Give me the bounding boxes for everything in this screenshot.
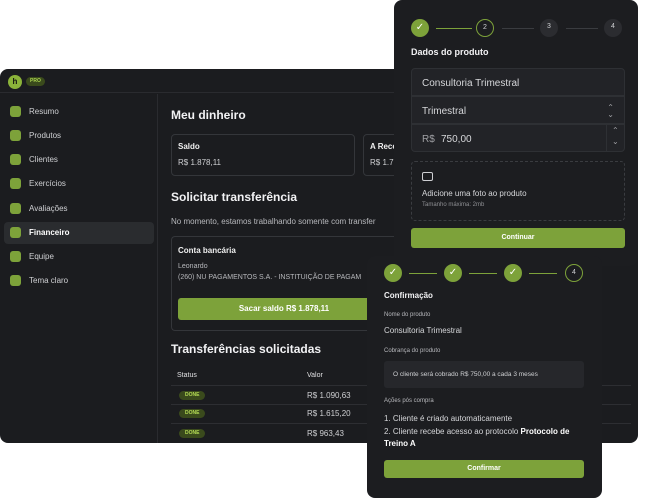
box-icon: [10, 130, 21, 141]
confirmation-modal: ✓ ✓ ✓ 4 Confirmação Nome do produto Cons…: [367, 256, 602, 498]
dumbbell-icon: [10, 178, 21, 189]
step-3-check-icon: ✓: [504, 264, 522, 282]
step-2-check-icon: ✓: [444, 264, 462, 282]
action-item: 2. Cliente recebe acesso ao protocolo Pr…: [384, 426, 589, 450]
page-title: Meu dinheiro: [171, 108, 246, 122]
sidebar-item-financeiro[interactable]: Financeiro: [4, 222, 154, 244]
step-3: 3: [540, 19, 558, 37]
action-item: 1. Cliente é criado automaticamente: [384, 414, 513, 423]
status-badge: DONE: [179, 391, 206, 400]
step-connector: [502, 28, 534, 29]
sidebar-item-label: Resumo: [29, 107, 59, 116]
product-name-field[interactable]: Consultoria Trimestral: [411, 68, 625, 96]
table-row-value: R$ 1.090,63: [307, 391, 351, 400]
pro-badge: PRO: [26, 77, 45, 86]
price-value: 750,00: [441, 134, 472, 145]
sidebar-item-resumo[interactable]: Resumo: [4, 101, 154, 123]
sidebar-item-produtos[interactable]: Produtos: [4, 125, 154, 147]
step-connector: [529, 273, 557, 274]
sidebar-item-avaliacoes[interactable]: Avaliações: [4, 198, 154, 220]
product-name-value: Consultoria Trimestral: [422, 78, 520, 89]
sidebar-item-label: Produtos: [29, 131, 62, 140]
photo-label: Adicione uma foto ao produto: [422, 189, 527, 198]
currency-label: R$: [422, 134, 435, 145]
app-logo: h: [8, 75, 22, 89]
sun-icon: [10, 275, 21, 286]
account-holder: Leonardo: [178, 263, 208, 270]
transfer-title: Solicitar transferência: [171, 190, 298, 204]
balance-label: Saldo: [178, 142, 200, 151]
photo-hint: Tamanho máxima: 2mb: [422, 202, 485, 208]
select-arrows-icon: ⌃ ⌄: [607, 103, 614, 119]
sidebar-item-label: Tema claro: [29, 276, 69, 285]
product-name-value: Consultoria Trimestral: [384, 326, 462, 335]
step-4: 4: [565, 264, 583, 282]
col-status: Status: [177, 372, 197, 379]
step-4: 4: [604, 19, 622, 37]
after-purchase-label: Ações pós compra: [384, 398, 434, 404]
clipboard-icon: [10, 203, 21, 214]
price-field[interactable]: R$ 750,00 ⌃ ⌄: [411, 124, 625, 152]
step-2: 2: [476, 19, 494, 37]
modal-title: Confirmação: [384, 291, 433, 300]
action-text: 2. Cliente recebe acesso ao protocolo: [384, 427, 519, 436]
sidebar: Resumo Produtos Clientes Exercícios Aval…: [0, 94, 158, 443]
product-name-label: Nome do produto: [384, 312, 431, 318]
stepper-down-icon[interactable]: ⌄: [612, 137, 619, 146]
withdraw-button[interactable]: Sacar saldo R$ 1.878,11: [178, 298, 390, 320]
balance-card: Saldo R$ 1.878,11: [171, 134, 355, 176]
modal-title: Dados do produto: [411, 47, 489, 57]
sidebar-item-label: Exercícios: [29, 179, 66, 188]
col-value: Valor: [307, 372, 323, 379]
table-row-value: R$ 963,43: [307, 429, 344, 438]
period-value: Trimestral: [422, 106, 467, 117]
requested-title: Transferências solicitadas: [171, 342, 322, 356]
step-1-check-icon: ✓: [384, 264, 402, 282]
billing-value: O cliente será cobrado R$ 750,00 a cada …: [393, 371, 538, 378]
status-badge: DONE: [179, 429, 206, 438]
account-details: (260) NU PAGAMENTOS S.A. - INSTITUIÇÃO D…: [178, 274, 362, 281]
step-connector: [409, 273, 437, 274]
price-stepper[interactable]: ⌃ ⌄: [606, 125, 624, 151]
photo-dropzone[interactable]: Adicione uma foto ao produto Tamanho máx…: [411, 161, 625, 221]
product-modal: ✓ 2 3 4 Dados do produto Consultoria Tri…: [394, 0, 638, 266]
grid-icon: [10, 106, 21, 117]
sidebar-item-exercicios[interactable]: Exercícios: [4, 173, 154, 195]
balance-value: R$ 1.878,11: [178, 158, 221, 167]
sidebar-item-tema-claro[interactable]: Tema claro: [4, 270, 154, 292]
team-icon: [10, 251, 21, 262]
status-badge: DONE: [179, 409, 206, 418]
step-connector: [436, 28, 472, 29]
users-icon: [10, 154, 21, 165]
wallet-icon: [10, 227, 21, 238]
stepper-up-icon[interactable]: ⌃: [612, 126, 619, 135]
billing-box: O cliente será cobrado R$ 750,00 a cada …: [384, 361, 584, 388]
step-connector: [469, 273, 497, 274]
table-row-value: R$ 1.615,20: [307, 409, 351, 418]
receivable-label: A Rece: [370, 142, 397, 151]
sidebar-item-clientes[interactable]: Clientes: [4, 149, 154, 171]
period-select[interactable]: Trimestral ⌃ ⌄: [411, 96, 625, 124]
receivable-value: R$ 1.7: [370, 158, 394, 167]
step-1-check-icon: ✓: [411, 19, 429, 37]
bank-title: Conta bancária: [178, 246, 236, 255]
step-connector: [566, 28, 598, 29]
image-icon: [422, 172, 433, 181]
transfer-note: No momento, estamos trabalhando somente …: [171, 217, 376, 226]
sidebar-item-label: Clientes: [29, 155, 58, 164]
sidebar-item-label: Financeiro: [29, 228, 70, 237]
billing-label: Cobrança do produto: [384, 348, 441, 354]
continue-button[interactable]: Continuar: [411, 228, 625, 248]
sidebar-item-equipe[interactable]: Equipe: [4, 246, 154, 268]
sidebar-item-label: Equipe: [29, 252, 54, 261]
sidebar-item-label: Avaliações: [29, 204, 68, 213]
confirm-button[interactable]: Confirmar: [384, 460, 584, 478]
